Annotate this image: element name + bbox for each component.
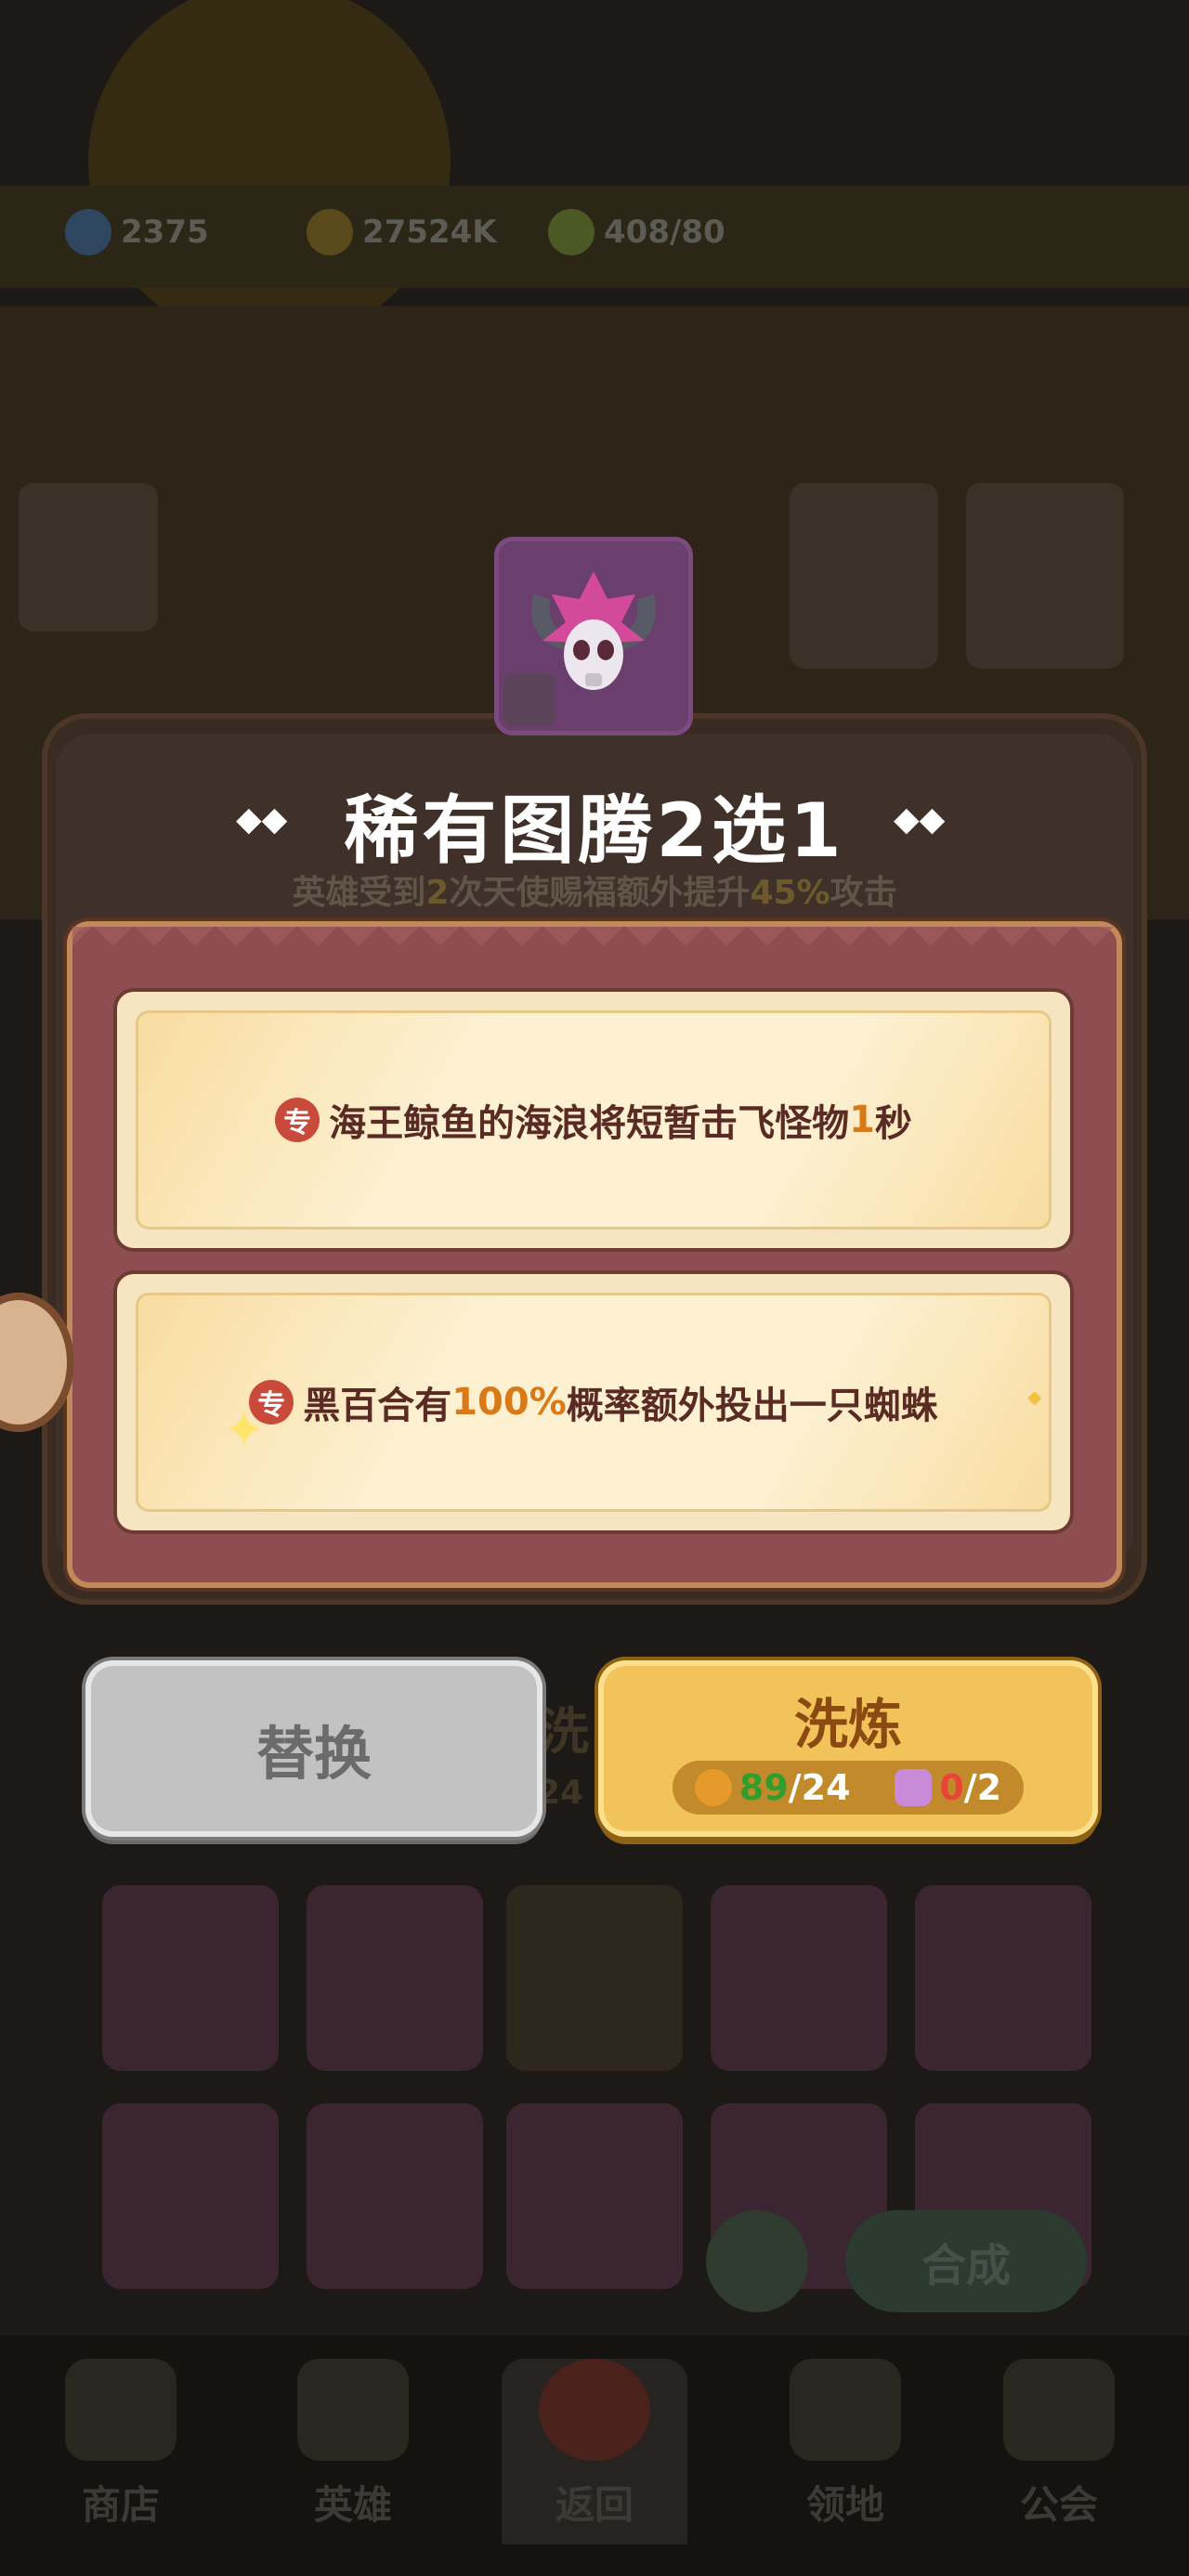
totem-slot	[506, 1885, 683, 2071]
refine-stone-cost: 89/24	[694, 1767, 851, 1808]
refine-button[interactable]: 洗炼 89/24 0/2	[598, 1660, 1098, 1837]
dialog-subtitle: 英雄受到2次天使赐福额外提升45%攻击	[292, 874, 897, 912]
totem-slot	[102, 2103, 279, 2289]
totem-emblem	[494, 537, 693, 735]
background-sun	[88, 0, 451, 344]
totem-slot	[307, 2103, 483, 2289]
totem-option-1[interactable]: 专 海王鲸鱼的海浪将短暂击飞怪物 1 秒	[117, 992, 1070, 1248]
totem-slot	[102, 1885, 279, 2071]
close-icon	[539, 2359, 650, 2461]
background-card	[19, 483, 158, 631]
nav-shop: 商店	[28, 2359, 214, 2544]
coin-icon	[307, 209, 353, 255]
resource-gold: 27524K	[307, 206, 497, 258]
castle-icon	[790, 2359, 901, 2461]
lock-badge	[503, 674, 555, 726]
exclusive-badge: 专	[275, 1098, 320, 1142]
option-content: 专 海王鲸鱼的海浪将短暂击飞怪物 1 秒	[136, 1010, 1052, 1229]
background-round-button	[706, 2210, 808, 2312]
option-content: 专 黑百合有 100% 概率额外投出一只蜘蛛	[136, 1293, 1052, 1512]
nav-back: 返回	[502, 2359, 687, 2544]
totem-slot	[506, 2103, 683, 2289]
refine-costs: 89/24 0/2	[673, 1761, 1024, 1815]
dialog-title: 稀有图腾2选1	[344, 787, 845, 874]
energy-icon	[548, 209, 594, 255]
guild-icon	[1003, 2359, 1115, 2461]
title-decoration-right: ◆◆	[894, 800, 946, 839]
nav-heroes: 英雄	[260, 2359, 446, 2544]
ghost-refine-label: 洗	[539, 1702, 589, 1761]
resource-energy: 408/80	[548, 206, 725, 258]
nav-territory: 领地	[752, 2359, 938, 2544]
sparkle-icon: ◆	[1027, 1386, 1042, 1408]
sparkle-icon: ✦	[223, 1400, 266, 1459]
nav-guild: 公会	[966, 2359, 1152, 2544]
totem-slot	[307, 1885, 483, 2071]
background-card	[966, 483, 1124, 669]
refine-label: 洗炼	[793, 1693, 902, 1756]
totem-slot	[915, 1885, 1091, 2071]
background-merge-button: 合成	[845, 2210, 1087, 2312]
replace-button[interactable]: 替换	[85, 1660, 542, 1837]
resource-gems: 2375	[65, 206, 209, 258]
refine-crystal-cost: 0/2	[895, 1767, 1001, 1808]
hero-icon	[297, 2359, 409, 2461]
crystal-icon	[895, 1769, 933, 1806]
refine-stone-icon	[694, 1769, 732, 1806]
panel-zigzag-trim	[72, 927, 1117, 964]
ghost-refine-count: 24	[537, 1774, 584, 1812]
totem-slot	[711, 1885, 887, 2071]
gem-icon	[65, 209, 111, 255]
shop-icon	[65, 2359, 176, 2461]
background-card	[790, 483, 938, 669]
